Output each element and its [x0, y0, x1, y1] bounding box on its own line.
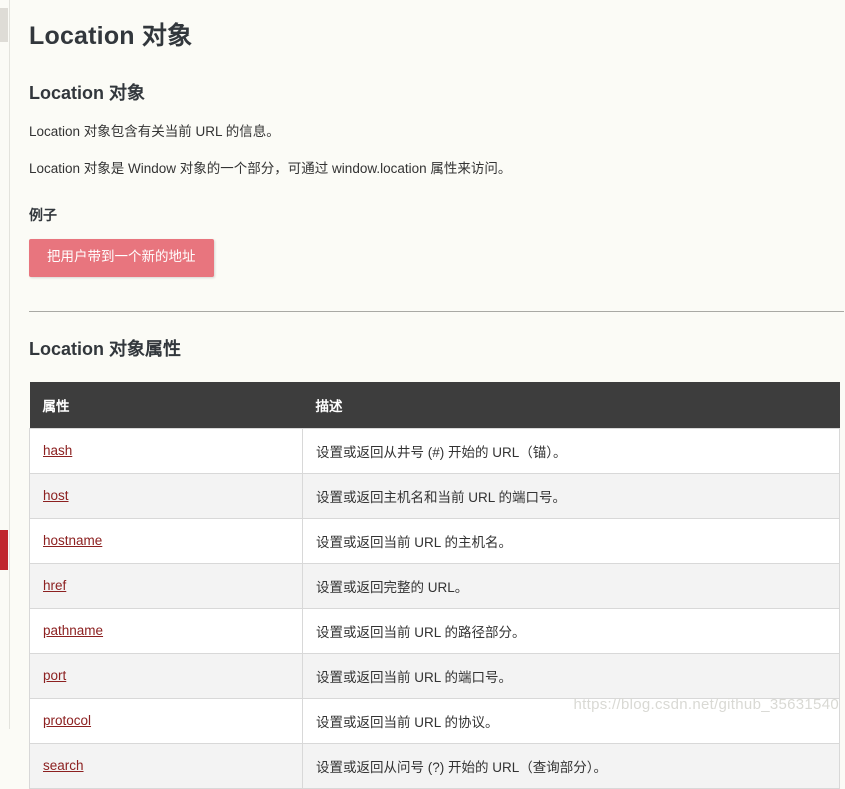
property-link[interactable]: hostname — [43, 533, 102, 548]
property-name-cell: search — [29, 742, 303, 789]
table-row: port 设置或返回当前 URL 的端口号。 — [29, 652, 840, 699]
property-description-cell: 设置或返回当前 URL 的主机名。 — [302, 517, 840, 564]
property-description-cell: 设置或返回当前 URL 的端口号。 — [302, 652, 840, 699]
table-row: pathname 设置或返回当前 URL 的路径部分。 — [29, 607, 840, 654]
property-name-cell: host — [29, 472, 303, 519]
table-row: protocol 设置或返回当前 URL 的协议。 — [29, 697, 840, 744]
property-description-cell: 设置或返回从问号 (?) 开始的 URL（查询部分）。 — [302, 742, 840, 789]
location-properties-table: 属性 描述 hash 设置或返回从井号 (#) 开始的 URL（锚）。 host 设置… — [29, 381, 840, 789]
column-header-property: 属性 — [29, 381, 303, 429]
navigate-to-new-address-button[interactable]: 把用户带到一个新的地址 — [29, 239, 214, 278]
property-link[interactable]: search — [43, 758, 84, 773]
table-header-row: 属性 描述 — [29, 381, 840, 429]
section-heading-example: 例子 — [29, 207, 57, 224]
property-description-cell: 设置或返回当前 URL 的协议。 — [302, 697, 840, 744]
scroll-position-marker[interactable] — [0, 530, 8, 570]
property-link[interactable]: host — [43, 488, 69, 503]
table-row: hostname 设置或返回当前 URL 的主机名。 — [29, 517, 840, 564]
gutter-divider-line — [9, 0, 10, 729]
table-row: href 设置或返回完整的 URL。 — [29, 562, 840, 609]
column-header-description: 描述 — [302, 381, 840, 429]
table-body: hash 设置或返回从井号 (#) 开始的 URL（锚）。 host 设置或返回主机名… — [29, 427, 840, 789]
property-name-cell: href — [29, 562, 303, 609]
intro-paragraph-2: Location 对象是 Window 对象的一个部分，可通过 window.l… — [29, 161, 512, 177]
section-heading-location-properties: Location 对象属性 — [29, 339, 181, 360]
table-row: host 设置或返回主机名和当前 URL 的端口号。 — [29, 472, 840, 519]
property-link[interactable]: hash — [43, 443, 72, 458]
property-link[interactable]: protocol — [43, 713, 91, 728]
property-description-cell: 设置或返回完整的 URL。 — [302, 562, 840, 609]
property-link[interactable]: port — [43, 668, 66, 683]
property-link[interactable]: pathname — [43, 623, 103, 638]
scrollbar-thumb-top[interactable] — [0, 8, 8, 42]
table-row: search 设置或返回从问号 (?) 开始的 URL（查询部分）。 — [29, 742, 840, 789]
property-description-cell: 设置或返回从井号 (#) 开始的 URL（锚）。 — [302, 427, 840, 474]
property-name-cell: port — [29, 652, 303, 699]
page-title: Location 对象 — [29, 22, 193, 50]
intro-paragraph-1: Location 对象包含有关当前 URL 的信息。 — [29, 123, 280, 139]
property-name-cell: protocol — [29, 697, 303, 744]
property-name-cell: hash — [29, 427, 303, 474]
main-content: Location 对象 Location 对象 Location 对象包含有关当… — [11, 0, 845, 789]
property-description-cell: 设置或返回主机名和当前 URL 的端口号。 — [302, 472, 840, 519]
property-link[interactable]: href — [43, 578, 66, 593]
table-row: hash 设置或返回从井号 (#) 开始的 URL（锚）。 — [29, 427, 840, 474]
property-description-cell: 设置或返回当前 URL 的路径部分。 — [302, 607, 840, 654]
table-header: 属性 描述 — [29, 381, 840, 429]
property-name-cell: hostname — [29, 517, 303, 564]
left-gutter — [0, 0, 11, 729]
section-heading-location-object: Location 对象 — [29, 82, 145, 103]
property-name-cell: pathname — [29, 607, 303, 654]
